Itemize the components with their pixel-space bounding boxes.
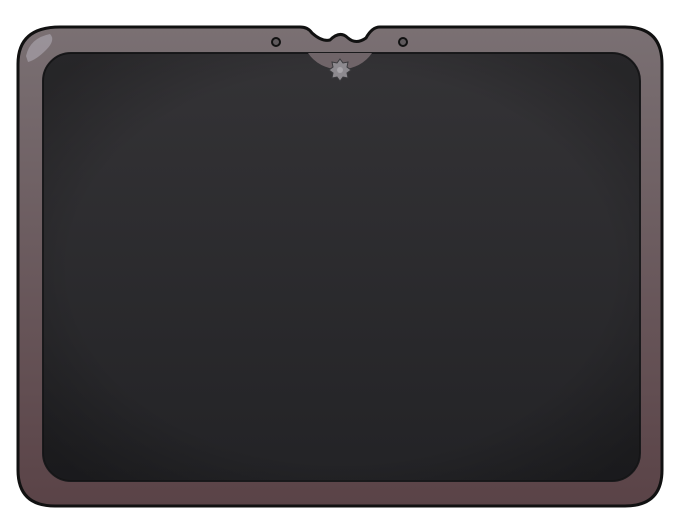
game-panel — [0, 0, 679, 523]
circle-hole-icon — [398, 37, 408, 47]
panel-frame-svg — [16, 25, 664, 508]
screen-vignette — [43, 53, 640, 481]
circle-hole-icon — [271, 37, 281, 47]
gear-icon — [328, 58, 352, 82]
